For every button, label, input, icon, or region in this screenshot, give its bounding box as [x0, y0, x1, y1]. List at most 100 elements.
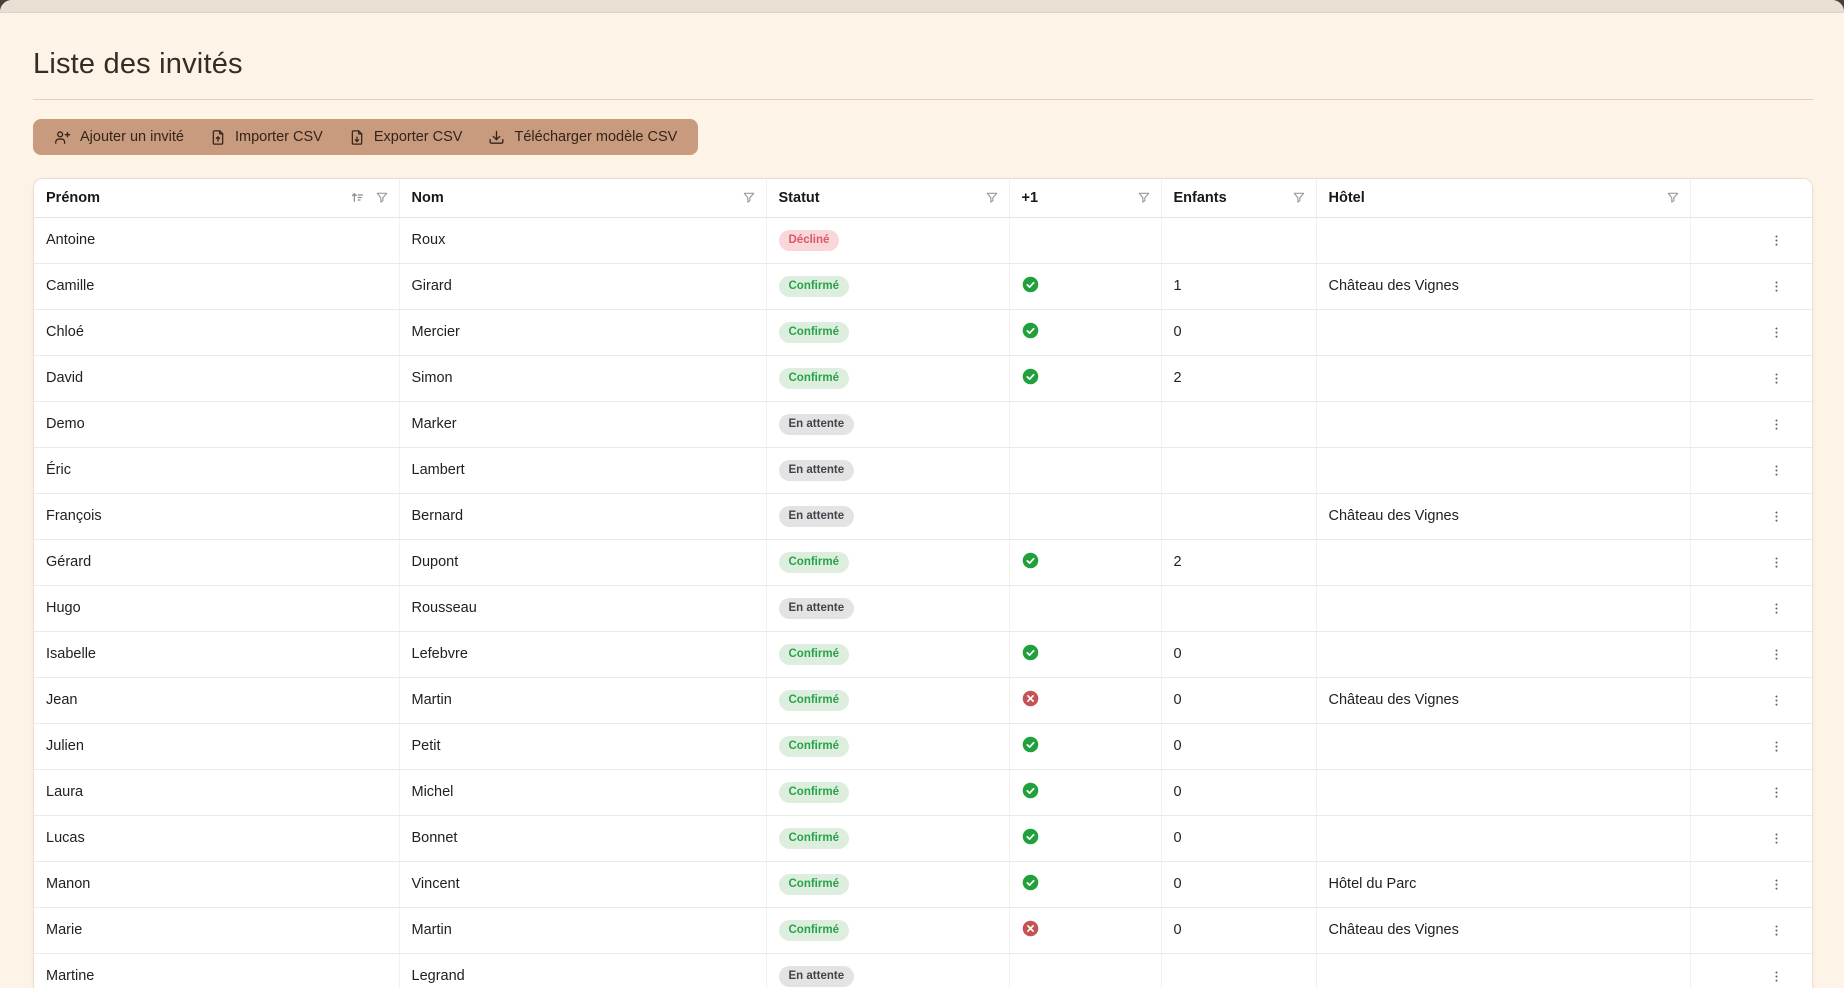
- add-guest-button[interactable]: Ajouter un invité: [41, 119, 197, 155]
- plus-one-no-icon: [1022, 690, 1039, 707]
- table-row: Laura Michel Confirmé 0: [34, 769, 1812, 815]
- cell-statut: En attente: [766, 447, 1009, 493]
- cell-prenom: Antoine: [34, 217, 399, 263]
- cell-nom: Lambert: [399, 447, 766, 493]
- column-header-hotel[interactable]: Hôtel: [1316, 179, 1690, 217]
- column-header-statut[interactable]: Statut: [766, 179, 1009, 217]
- cell-nom: Lefebvre: [399, 631, 766, 677]
- row-menu-button[interactable]: [1763, 827, 1790, 850]
- table-row: François Bernard En attente Château des …: [34, 493, 1812, 539]
- cell-actions: [1690, 447, 1812, 493]
- row-menu-button[interactable]: [1763, 643, 1790, 666]
- status-badge: Confirmé: [779, 644, 849, 665]
- cell-hotel: Château des Vignes: [1316, 493, 1690, 539]
- cell-prenom: Jean: [34, 677, 399, 723]
- row-menu-button[interactable]: [1763, 781, 1790, 804]
- filter-icon[interactable]: [1292, 191, 1306, 205]
- cell-actions: [1690, 815, 1812, 861]
- file-import-icon: [210, 129, 226, 146]
- filter-icon[interactable]: [1137, 191, 1151, 205]
- filter-icon[interactable]: [375, 191, 389, 205]
- row-menu-button[interactable]: [1763, 505, 1790, 528]
- row-menu-button[interactable]: [1763, 597, 1790, 620]
- status-badge: Confirmé: [779, 736, 849, 757]
- cell-actions: [1690, 309, 1812, 355]
- sort-icon[interactable]: [350, 190, 365, 205]
- cell-plus-one: [1009, 815, 1161, 861]
- filter-icon[interactable]: [1666, 191, 1680, 205]
- cell-nom: Girard: [399, 263, 766, 309]
- cell-plus-one: [1009, 585, 1161, 631]
- table-row: Marie Martin Confirmé 0 Château des Vign…: [34, 907, 1812, 953]
- cell-nom: Marker: [399, 401, 766, 447]
- table-row: Hugo Rousseau En attente: [34, 585, 1812, 631]
- import-csv-button[interactable]: Importer CSV: [197, 119, 336, 155]
- row-menu-button[interactable]: [1763, 873, 1790, 896]
- cell-enfants: 1: [1161, 263, 1316, 309]
- download-template-button[interactable]: Télécharger modèle CSV: [475, 119, 690, 155]
- cell-hotel: [1316, 723, 1690, 769]
- filter-icon[interactable]: [985, 191, 999, 205]
- cell-statut: Confirmé: [766, 677, 1009, 723]
- cell-plus-one: [1009, 447, 1161, 493]
- cell-prenom: François: [34, 493, 399, 539]
- status-badge: Décliné: [779, 230, 840, 251]
- cell-enfants: 2: [1161, 539, 1316, 585]
- column-header-nom[interactable]: Nom: [399, 179, 766, 217]
- status-badge: Confirmé: [779, 276, 849, 297]
- table-row: Éric Lambert En attente: [34, 447, 1812, 493]
- plus-one-yes-icon: [1022, 644, 1039, 661]
- table-row: Jean Martin Confirmé 0 Château des Vigne…: [34, 677, 1812, 723]
- cell-enfants: 0: [1161, 815, 1316, 861]
- cell-statut: Confirmé: [766, 539, 1009, 585]
- row-menu-button[interactable]: [1763, 965, 1790, 988]
- row-menu-button[interactable]: [1763, 367, 1790, 390]
- app-window: Liste des invités Ajouter un invité Impo…: [0, 0, 1844, 988]
- column-label-nom: Nom: [412, 190, 444, 206]
- cell-prenom: Lucas: [34, 815, 399, 861]
- row-menu-button[interactable]: [1763, 229, 1790, 252]
- guest-table-card: Prénom: [33, 178, 1813, 988]
- row-menu-button[interactable]: [1763, 735, 1790, 758]
- row-menu-button[interactable]: [1763, 689, 1790, 712]
- cell-enfants: [1161, 493, 1316, 539]
- cell-actions: [1690, 217, 1812, 263]
- cell-actions: [1690, 401, 1812, 447]
- cell-actions: [1690, 677, 1812, 723]
- cell-hotel: [1316, 401, 1690, 447]
- column-header-plus-one[interactable]: +1: [1009, 179, 1161, 217]
- cell-hotel: [1316, 447, 1690, 493]
- window-top-strip: [0, 0, 1844, 13]
- cell-plus-one: [1009, 309, 1161, 355]
- plus-one-no-icon: [1022, 920, 1039, 937]
- cell-actions: [1690, 723, 1812, 769]
- export-csv-button[interactable]: Exporter CSV: [336, 119, 476, 155]
- cell-enfants: 0: [1161, 309, 1316, 355]
- page-content: Liste des invités Ajouter un invité Impo…: [0, 45, 1844, 988]
- status-badge: Confirmé: [779, 690, 849, 711]
- cell-statut: Confirmé: [766, 907, 1009, 953]
- cell-actions: [1690, 539, 1812, 585]
- cell-hotel: [1316, 815, 1690, 861]
- table-row: Gérard Dupont Confirmé 2: [34, 539, 1812, 585]
- status-badge: Confirmé: [779, 874, 849, 895]
- page-title: Liste des invités: [33, 45, 1813, 83]
- row-menu-button[interactable]: [1763, 919, 1790, 942]
- row-menu-button[interactable]: [1763, 459, 1790, 482]
- cell-plus-one: [1009, 263, 1161, 309]
- row-menu-button[interactable]: [1763, 321, 1790, 344]
- cell-statut: Confirmé: [766, 815, 1009, 861]
- column-label-hotel: Hôtel: [1329, 190, 1365, 206]
- cell-enfants: 0: [1161, 677, 1316, 723]
- cell-hotel: [1316, 631, 1690, 677]
- cell-nom: Petit: [399, 723, 766, 769]
- cell-actions: [1690, 355, 1812, 401]
- cell-nom: Bonnet: [399, 815, 766, 861]
- row-menu-button[interactable]: [1763, 413, 1790, 436]
- column-header-enfants[interactable]: Enfants: [1161, 179, 1316, 217]
- row-menu-button[interactable]: [1763, 551, 1790, 574]
- status-badge: Confirmé: [779, 322, 849, 343]
- filter-icon[interactable]: [742, 191, 756, 205]
- row-menu-button[interactable]: [1763, 275, 1790, 298]
- column-header-prenom[interactable]: Prénom: [34, 179, 399, 217]
